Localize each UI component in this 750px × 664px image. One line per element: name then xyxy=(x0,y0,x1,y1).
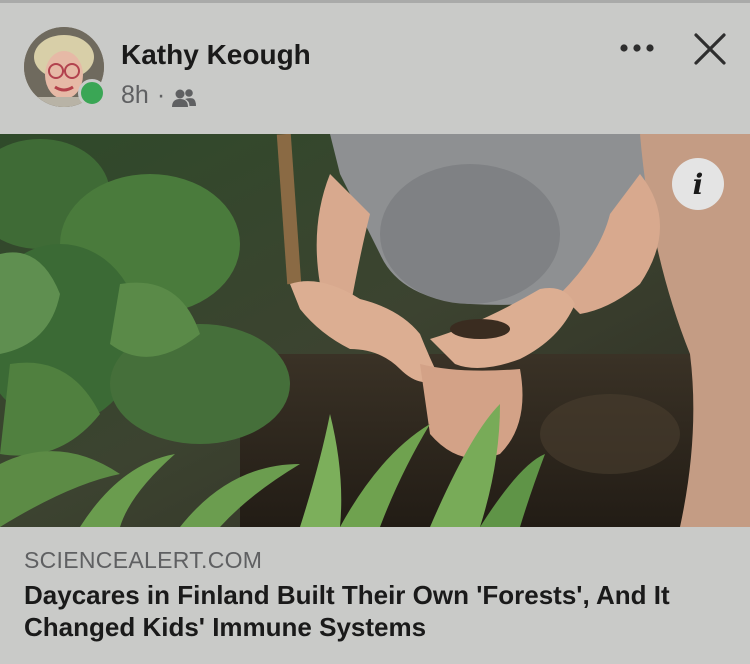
post-image[interactable] xyxy=(0,134,750,527)
info-icon: i xyxy=(692,167,704,201)
more-horizontal-icon xyxy=(620,44,654,52)
image-info-button[interactable]: i xyxy=(672,158,724,210)
link-headline[interactable]: Daycares in Finland Built Their Own 'For… xyxy=(24,579,734,643)
post-header: Kathy Keough 8h · xyxy=(0,3,750,133)
friends-icon[interactable] xyxy=(171,86,197,107)
link-domain: SCIENCEALERT.COM xyxy=(24,547,263,573)
meta-separator: · xyxy=(156,81,166,109)
post-meta: 8h · xyxy=(121,81,197,110)
close-icon xyxy=(694,33,726,65)
feed-post: Kathy Keough 8h · i SCIENCEALERT.COM Day… xyxy=(0,0,750,664)
close-button[interactable] xyxy=(690,29,730,69)
author-name[interactable]: Kathy Keough xyxy=(121,39,311,71)
online-status-indicator xyxy=(78,79,106,107)
more-options-button[interactable] xyxy=(618,33,658,63)
author-avatar[interactable] xyxy=(24,27,106,107)
post-timestamp[interactable]: 8h xyxy=(121,81,149,110)
link-preview[interactable]: SCIENCEALERT.COM Daycares in Finland Bui… xyxy=(0,527,750,664)
